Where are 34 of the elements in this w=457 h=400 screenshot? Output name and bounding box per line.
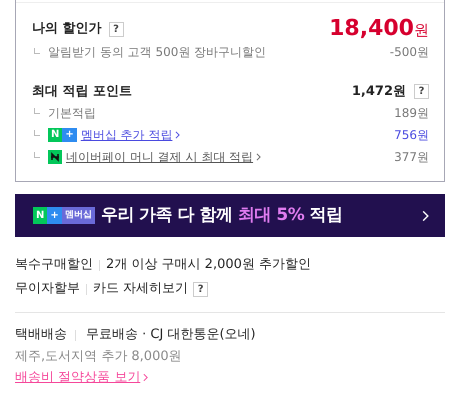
discount-price: 18,400 — [329, 16, 414, 42]
discount-value: -500원 — [390, 44, 429, 61]
banner-text: 우리 가족 다 함께 최대 5% 적립 — [100, 204, 343, 227]
points-detail: 기본적립 — [48, 104, 96, 122]
chevron-right-icon — [422, 210, 429, 222]
benefit-detail: 2개 이상 구매시 2,000원 추가할인 — [106, 256, 312, 274]
chevron-icon — [143, 373, 148, 382]
help-button[interactable]: ? — [414, 84, 429, 100]
help-button[interactable]: ? — [108, 22, 124, 36]
tree-branch-icon — [34, 48, 40, 54]
pay-link[interactable]: 네이버페이 머니 결제 시 최대 적립 — [66, 148, 254, 166]
tree-branch-icon — [34, 130, 40, 136]
currency-unit: 원 — [414, 20, 429, 41]
membership-banner[interactable]: N + 멤버십 우리 가족 다 함께 최대 5% 적립 — [15, 194, 445, 237]
membership-link[interactable]: 멤버십 추가 적립 — [80, 126, 172, 144]
shipping-note: 제주,도서지역 추가 8,000원 — [15, 348, 183, 366]
points-value: 189원 — [394, 104, 429, 122]
shipping-method: 무료배송 · CJ 대한통운(오네) — [86, 326, 256, 344]
chevron-icon — [256, 152, 262, 160]
points-value: 756원 — [394, 126, 429, 144]
benefit-label: 무이자할부 — [15, 280, 80, 298]
pay-icon — [48, 150, 62, 164]
chevron-icon — [175, 130, 180, 138]
benefit-detail: 카드 자세히보기 — [93, 280, 188, 298]
price-label: 나의 할인가 — [32, 20, 102, 38]
points-total: 1,472원 — [352, 83, 406, 101]
help-button[interactable]: ? — [193, 282, 208, 296]
discount-detail: 알림받기 동의 고객 500원 장바구니할인 — [48, 44, 266, 61]
benefit-label: 복수구매할인 — [15, 256, 93, 274]
tree-branch-icon — [34, 152, 40, 158]
shipping-label: 택배배송 — [15, 326, 67, 344]
tree-branch-icon — [34, 108, 40, 114]
points-label: 최대 적립 포인트 — [32, 83, 132, 101]
points-value: 377원 — [394, 148, 429, 166]
